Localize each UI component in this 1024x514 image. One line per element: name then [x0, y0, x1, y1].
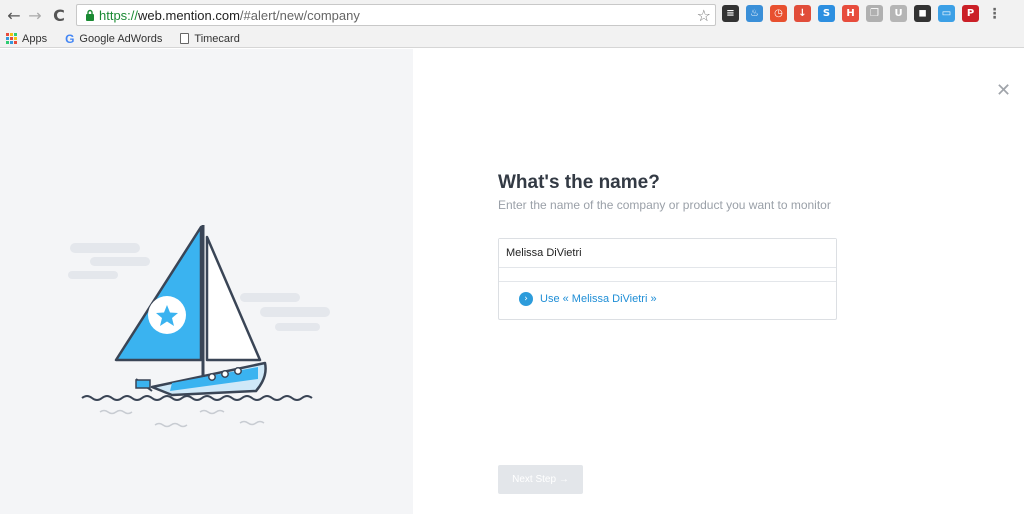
sailboat-illustration [60, 215, 330, 450]
arrow-down-icon[interactable]: ↓ [794, 5, 811, 22]
s-extension-icon[interactable]: S [818, 5, 835, 22]
back-button[interactable]: ← [3, 4, 25, 26]
pinterest-icon[interactable]: P [962, 5, 979, 22]
close-icon[interactable]: ✕ [996, 82, 1011, 100]
url-path: /#alert/new/company [239, 7, 360, 23]
u-extension-icon[interactable]: U [890, 5, 907, 22]
bookmark-star-icon[interactable]: ☆ [697, 6, 711, 25]
clock-icon[interactable]: ◷ [770, 5, 787, 22]
bookmark-google-adwords[interactable]: G Google AdWords [65, 32, 162, 46]
url-scheme: https:// [99, 7, 139, 23]
next-step-button[interactable]: Next Step → [498, 465, 583, 494]
square-icon[interactable]: ◼ [914, 5, 931, 22]
bookmark-apps[interactable]: Apps [6, 33, 47, 45]
input-divider [499, 269, 836, 282]
company-name-input[interactable] [499, 239, 836, 268]
url-host: web.mention.com [138, 7, 240, 23]
copy-icon[interactable]: ❐ [866, 5, 883, 22]
bookmark-timecard-label: Timecard [194, 32, 240, 45]
forward-button[interactable]: → [24, 4, 46, 26]
flame-icon[interactable]: ♨ [746, 5, 763, 22]
bookmark-adwords-label: Google AdWords [79, 32, 163, 45]
extension-icons: ≡ ♨ ◷ ↓ S H ❐ U ◼ ▭ P ⋮ [722, 5, 1003, 22]
address-bar[interactable]: https://web.mention.com/#alert/new/compa… [76, 4, 716, 26]
bookmarks-bar: Apps G Google AdWords Timecard [0, 30, 1024, 48]
use-name-suggestion[interactable]: › Use « Melissa DiVietri » [519, 292, 657, 306]
reload-icon: C [53, 5, 65, 25]
bookmark-apps-label: Apps [22, 32, 48, 45]
name-input-card: › Use « Melissa DiVietri » [498, 238, 837, 320]
document-icon [180, 33, 190, 44]
suggestion-label: Use « Melissa DiVietri » [540, 293, 657, 305]
page-title: What's the name? [498, 172, 660, 193]
bookmark-timecard[interactable]: Timecard [180, 32, 240, 45]
chevron-right-icon: › [519, 292, 533, 306]
layers-icon[interactable]: ≡ [722, 5, 739, 22]
lock-icon [81, 9, 99, 21]
browser-toolbar: ← → C https://web.mention.com/#alert/new… [0, 0, 1024, 30]
window-icon[interactable]: ▭ [938, 5, 955, 22]
google-icon: G [65, 31, 75, 46]
page-subtitle: Enter the name of the company or product… [498, 198, 831, 212]
h-extension-icon[interactable]: H [842, 5, 859, 22]
reload-button[interactable]: C [48, 4, 70, 26]
back-arrow-icon: ← [7, 5, 21, 25]
menu-icon[interactable]: ⋮ [986, 5, 1003, 22]
url-text: https://web.mention.com/#alert/new/compa… [99, 8, 360, 23]
apps-grid-icon [6, 33, 17, 44]
forward-arrow-icon: → [28, 5, 42, 25]
